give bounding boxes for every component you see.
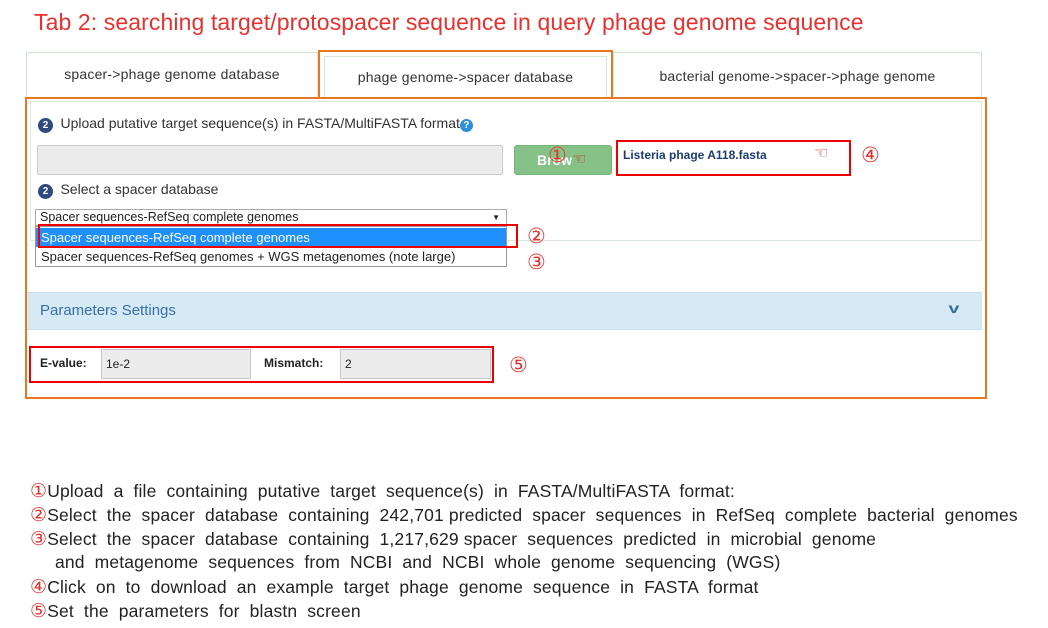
select-value: Spacer sequences-RefSeq complete genomes xyxy=(40,210,299,224)
page-heading: Tab 2: searching target/protospacer sequ… xyxy=(34,9,864,35)
marker-3: ③ xyxy=(527,252,546,274)
marker-4-number: ④ xyxy=(861,144,880,167)
upload-label: Upload putative target sequence(s) in FA… xyxy=(60,115,460,131)
marker-4: ④ xyxy=(861,145,880,167)
tab-label: phage genome->spacer database xyxy=(357,69,574,85)
marker-5-number: ⑤ xyxy=(509,354,528,377)
note-number: ③ xyxy=(30,529,48,550)
option-highlight xyxy=(38,224,518,248)
note-text: Upload a file containing putative target… xyxy=(47,481,735,501)
hand-icon: ☜ xyxy=(572,151,587,168)
mismatch-label: Mismatch: xyxy=(264,356,324,370)
step-badge: 2 xyxy=(38,184,53,199)
note-number: ⑤ xyxy=(30,601,48,622)
tab-spacer-to-phage[interactable]: spacer->phage genome database xyxy=(27,53,318,96)
marker-1-number: ① xyxy=(548,144,567,167)
note-1: ①Upload a file containing putative targe… xyxy=(30,480,735,503)
note-number: ② xyxy=(30,505,48,526)
mismatch-input[interactable]: 2 xyxy=(340,349,491,379)
parameters-title: Parameters Settings xyxy=(40,302,176,319)
note-text: Click on to download an example target p… xyxy=(47,577,759,597)
instruction-notes: ①Upload a file containing putative targe… xyxy=(30,480,1040,626)
chevron-down-icon[interactable]: v xyxy=(948,300,959,316)
note-text: Set the parameters for blastn screen xyxy=(47,601,361,621)
note-number: ④ xyxy=(30,577,48,598)
note-5: ⑤Set the parameters for blastn screen xyxy=(30,600,361,623)
hand-icon: ☜ xyxy=(814,145,829,162)
note-text: Select the spacer database containing 24… xyxy=(47,505,1018,525)
evalue-label: E-value: xyxy=(40,356,87,370)
tab-phage-to-spacer-active[interactable]: phage genome->spacer database xyxy=(318,50,613,97)
marker-2-number: ② xyxy=(527,225,546,248)
note-text: and metagenome sequences from NCBI and N… xyxy=(55,552,781,572)
evalue-input[interactable]: 1e-2 xyxy=(101,349,251,379)
marker-3-number: ③ xyxy=(527,251,546,274)
pointer-hand-icon: ☜ xyxy=(572,151,586,169)
database-label: Select a spacer database xyxy=(60,181,219,197)
database-label-row: 2 Select a spacer database xyxy=(38,181,218,199)
note-number: ① xyxy=(30,481,48,502)
dropdown-option-refseq-wgs[interactable]: Spacer sequences-RefSeq genomes + WGS me… xyxy=(36,247,506,266)
file-path-input[interactable] xyxy=(37,145,503,175)
note-3: ③Select the spacer database containing 1… xyxy=(30,528,876,551)
example-file-link[interactable]: Listeria phage A118.fasta xyxy=(623,148,767,162)
note-2: ②Select the spacer database containing 2… xyxy=(30,504,1018,527)
question-circle-icon[interactable]: ? xyxy=(459,119,473,132)
note-4: ④Click on to download an example target … xyxy=(30,576,759,599)
pointer-hand-icon-2: ☜ xyxy=(814,145,828,163)
note-3-continued: and metagenome sequences from NCBI and N… xyxy=(55,552,780,573)
note-text: Select the spacer database containing 1,… xyxy=(47,529,877,549)
dropdown-arrow-icon: ▼ xyxy=(492,213,500,222)
upload-label-row: 2 Upload putative target sequence(s) in … xyxy=(38,115,473,133)
tab-bacterial-genome[interactable]: bacterial genome->spacer->phage genome xyxy=(613,53,981,96)
step-badge: 2 xyxy=(38,118,53,133)
marker-1: ① xyxy=(548,145,567,167)
marker-2: ② xyxy=(527,226,546,248)
marker-5: ⑤ xyxy=(509,355,528,377)
